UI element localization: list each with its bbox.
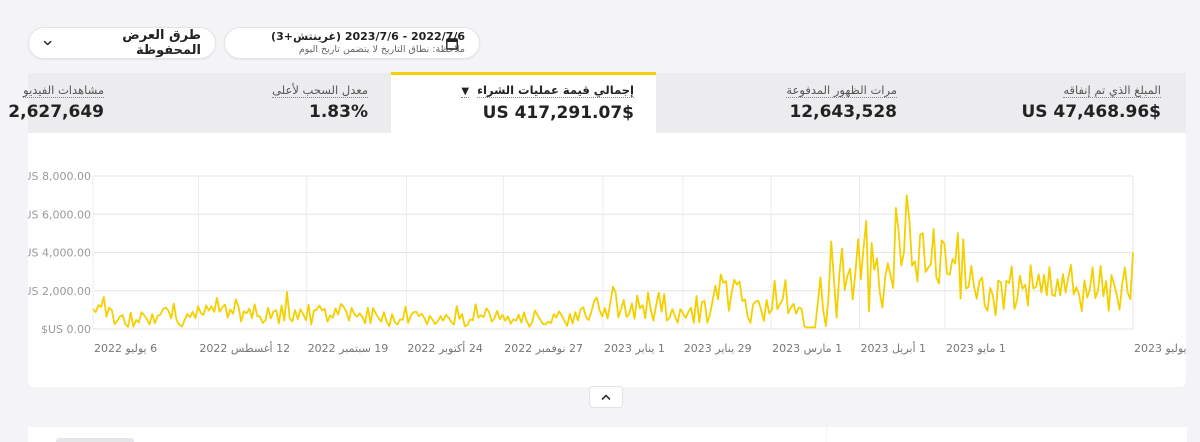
y-tick-label: $US 0.00 bbox=[41, 323, 91, 336]
metric-video-views[interactable]: مشاهدات الفيديو 2,627,649 bbox=[8, 73, 104, 133]
collapse-chart-button[interactable] bbox=[589, 386, 623, 408]
metric-swipe-up-rate[interactable]: معدل السحب لأعلى 1.83% bbox=[148, 73, 368, 133]
y-tick-label: $US 8,000.00 bbox=[28, 170, 91, 183]
metric-value: 2,627,649 bbox=[8, 102, 104, 122]
bottom-tab-placeholder bbox=[56, 438, 134, 442]
chevron-down-icon bbox=[43, 40, 52, 46]
metric-total-purchase-value[interactable]: إجمالي قيمة عمليات الشراء ▼ $US 417,291.0… bbox=[391, 72, 656, 134]
saved-views-dropdown[interactable]: طرق العرض المحفوظة bbox=[28, 27, 216, 59]
bottom-panel-side bbox=[827, 427, 1187, 442]
date-range-text: 2022/7/6 - 2023/7/6 (غرينتش+3) bbox=[271, 30, 465, 43]
y-tick-label: $US 4,000.00 bbox=[28, 247, 91, 260]
x-tick-label: 12 أغسطس 2022 bbox=[199, 341, 290, 355]
x-tick-label: 24 أكتوبر 2022 bbox=[407, 341, 482, 355]
metric-paid-impressions[interactable]: مرات الظهور المدفوعة 12,643,528 bbox=[668, 73, 897, 133]
metric-value: $US 47,468.96 bbox=[1021, 102, 1161, 122]
y-tick-label: $US 2,000.00 bbox=[28, 285, 91, 298]
x-tick-label: 29 يناير 2023 bbox=[684, 342, 752, 355]
purchase-value-line-chart: $US 0.00 $US 2,000.00 $US 4,000.00 $US 6,00… bbox=[16, 170, 1197, 355]
x-tick-label: 1 أبريل 2023 bbox=[860, 341, 926, 355]
x-tick-label: 6 يوليو 2022 bbox=[94, 342, 157, 355]
metric-label: المبلغ الذي تم إنفاقه bbox=[1063, 83, 1161, 98]
metric-amount-spent[interactable]: المبلغ الذي تم إنفاقه $US 47,468.96 bbox=[957, 73, 1161, 133]
calendar-icon bbox=[446, 37, 458, 50]
metric-label: مشاهدات الفيديو bbox=[23, 83, 104, 98]
x-tick-label: 1 مايو 2023 bbox=[946, 342, 1006, 355]
metric-label: مرات الظهور المدفوعة bbox=[786, 83, 897, 98]
chart-card: $US 0.00 $US 2,000.00 $US 4,000.00 $US 6,00… bbox=[16, 133, 1197, 387]
x-tick-label: 27 نوفمبر 2022 bbox=[504, 342, 583, 355]
saved-views-label: طرق العرض المحفوظة bbox=[122, 28, 201, 58]
x-tick-label: 6 يوليو 2023 bbox=[1134, 342, 1186, 355]
chevron-up-icon bbox=[601, 394, 611, 400]
metric-value: $US 417,291.07 bbox=[482, 103, 634, 123]
x-tick-label: 19 سبتمبر 2022 bbox=[308, 342, 389, 355]
x-tick-label: 1 مارس 2023 bbox=[772, 342, 842, 355]
series-line bbox=[92, 194, 1134, 329]
y-tick-label: $US 6,000.00 bbox=[28, 208, 91, 221]
metric-label: إجمالي قيمة عمليات الشراء bbox=[477, 83, 634, 98]
metric-label: معدل السحب لأعلى bbox=[272, 83, 368, 98]
x-tick-label: 1 يناير 2023 bbox=[604, 342, 665, 355]
metrics-bar: المبلغ الذي تم إنفاقه $US 47,468.96 مرات… bbox=[8, 72, 1186, 134]
date-range-note: ملاحظة: نطاق التاريخ لا يتضمن تاريخ اليو… bbox=[298, 44, 465, 55]
caret-down-icon[interactable]: ▼ bbox=[461, 86, 470, 98]
metric-value: 12,643,528 bbox=[789, 102, 897, 122]
bottom-panel bbox=[28, 427, 826, 442]
date-range-picker[interactable]: 2022/7/6 - 2023/7/6 (غرينتش+3) ملاحظة: ن… bbox=[224, 27, 480, 59]
metric-value: 1.83% bbox=[309, 102, 368, 122]
